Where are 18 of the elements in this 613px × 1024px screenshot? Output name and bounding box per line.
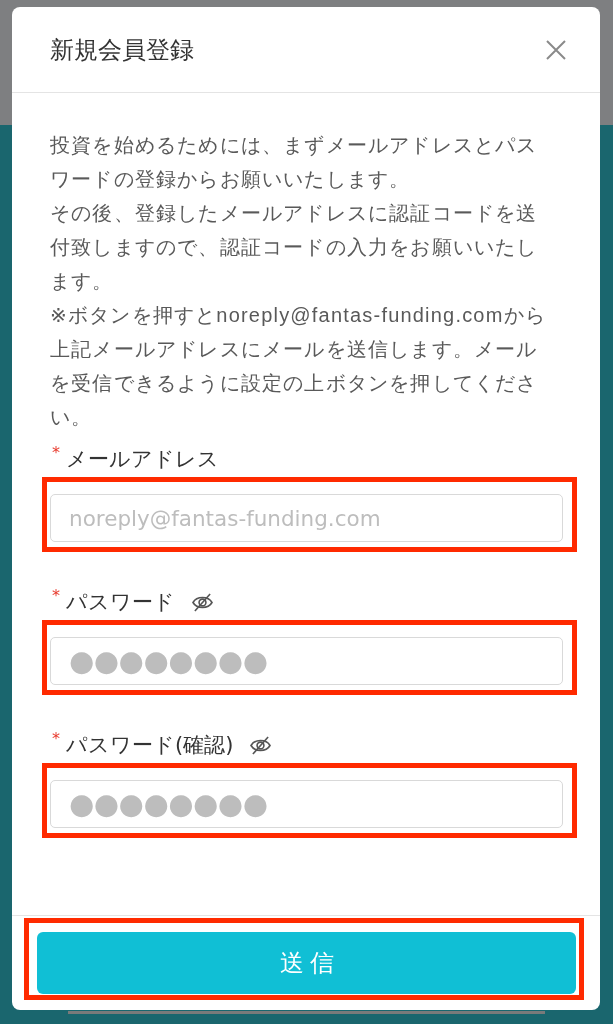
field-label: メールアドレス <box>66 446 219 472</box>
required-mark: * <box>52 446 60 460</box>
dialog-title: 新規会員登録 <box>50 34 194 66</box>
submit-button[interactable]: 送信 <box>37 932 576 994</box>
eye-slash-icon[interactable] <box>191 592 214 612</box>
required-mark: * <box>52 732 60 746</box>
close-button[interactable] <box>546 39 566 60</box>
close-icon <box>546 39 566 60</box>
field-label: パスワード(確認) <box>66 732 234 758</box>
required-mark: * <box>52 589 60 603</box>
instruction-text: 投資を始めるためには、まずメールアドレスとパスワードの登録からお願いいたします。 <box>50 133 539 192</box>
input-field[interactable]: ●●●●●●●● <box>50 637 563 685</box>
instruction-text: ※ボタンを押すとnoreply@fantas-funding.comから上記メールアドレスにメールを送信します。メールを受信できるように設定の上ボタンを押してください。 <box>50 303 547 430</box>
instruction-text: その後、登録したメールアドレスに認証コードを送付致しますので、認証コードの入力をお願いいたします。 <box>50 201 539 294</box>
input-field[interactable]: noreply@fantas-funding.com <box>50 494 563 542</box>
eye-slash-icon[interactable] <box>249 735 273 755</box>
input-field[interactable]: ●●●●●●●● <box>50 780 563 828</box>
field-label: パスワード <box>66 589 175 615</box>
